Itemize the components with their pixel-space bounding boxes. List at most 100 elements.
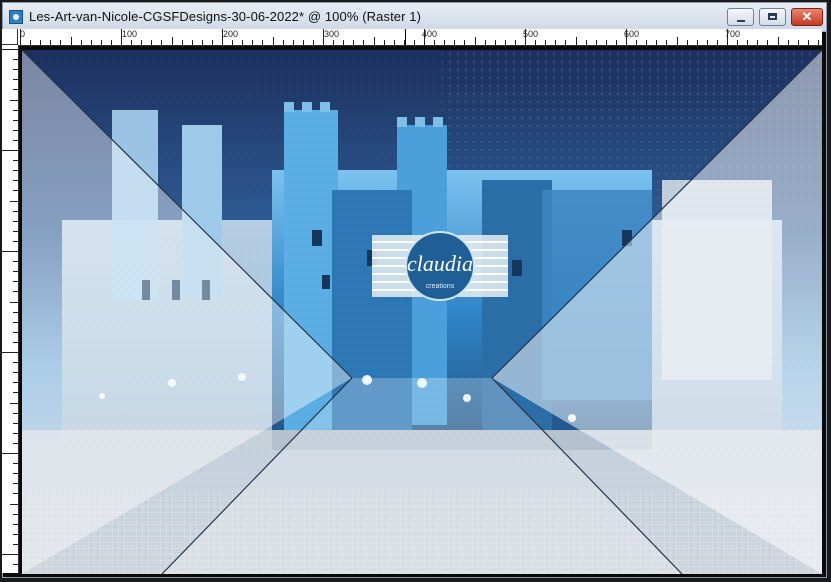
window-title: Les-Art-van-Nicole-CGSFDesigns-30-06-202… <box>29 9 422 24</box>
close-button[interactable]: ✕ <box>791 8 823 26</box>
ruler-tick <box>797 40 799 45</box>
horizontal-ruler[interactable]: 0 100 200 300 400 500 600 700 <box>18 29 822 46</box>
ruler-tick <box>13 543 18 545</box>
ruler-tick <box>2 150 18 151</box>
artwork: claudia creations <box>22 50 822 574</box>
ruler-tick <box>10 301 18 303</box>
ruler-tick <box>13 564 18 566</box>
ruler-tick <box>201 40 203 45</box>
ruler-tick <box>464 40 466 45</box>
ruler-tick <box>13 493 18 495</box>
ruler-tick <box>575 37 577 45</box>
ruler-tick <box>727 29 728 45</box>
ruler-tick <box>2 49 18 50</box>
ruler-tick <box>504 40 506 45</box>
ruler-tick <box>706 40 708 45</box>
ruler-tick <box>13 533 18 535</box>
image-canvas[interactable]: claudia creations <box>22 50 822 574</box>
ruler-tick <box>13 109 18 111</box>
ruler-tick <box>363 40 365 45</box>
ruler-tick <box>13 69 18 71</box>
ruler-tick <box>636 40 638 45</box>
ruler-tick <box>13 422 18 424</box>
ruler-tick <box>565 40 567 45</box>
minimize-button[interactable] <box>727 8 754 26</box>
ruler-tick <box>444 40 446 45</box>
title-bar[interactable]: Les-Art-van-Nicole-CGSFDesigns-30-06-202… <box>3 3 826 32</box>
ruler-tick <box>70 37 72 45</box>
ruler-tick <box>13 442 18 444</box>
ruler-tick <box>13 311 18 313</box>
ruler-tick <box>13 139 18 141</box>
ruler-tick <box>373 37 375 45</box>
ruler-tick <box>817 40 819 45</box>
ruler-tick <box>494 40 496 45</box>
ruler-tick <box>100 40 102 45</box>
ruler-tick <box>10 200 18 202</box>
ruler-label-100: 100 <box>122 29 138 39</box>
maximize-button[interactable] <box>759 8 786 26</box>
ruler-tick <box>333 40 335 45</box>
ruler-tick <box>545 40 547 45</box>
ruler-tick <box>131 40 133 45</box>
ruler-tick <box>484 40 486 45</box>
ruler-tick <box>13 473 18 475</box>
ruler-tick <box>121 29 122 45</box>
ruler-tick <box>474 37 476 45</box>
cursor-position-marker <box>405 29 406 45</box>
ruler-tick <box>10 402 18 404</box>
ruler-tick <box>222 29 223 45</box>
ruler-tick <box>13 119 18 121</box>
ruler-tick <box>50 40 52 45</box>
ruler-tick <box>252 40 254 45</box>
ruler-tick <box>161 40 163 45</box>
ruler-tick <box>434 40 436 45</box>
ruler-tick <box>757 40 759 45</box>
ruler-tick <box>13 170 18 172</box>
ruler-tick <box>383 40 385 45</box>
ruler-tick <box>13 180 18 182</box>
ruler-tick <box>13 291 18 293</box>
ruler-tick <box>242 40 244 45</box>
ruler-tick <box>787 40 789 45</box>
ruler-label-200: 200 <box>223 29 239 39</box>
ruler-tick <box>20 29 21 45</box>
ruler-tick <box>262 40 264 45</box>
ruler-tick <box>141 40 143 45</box>
ruler-tick <box>13 523 18 525</box>
ruler-tick <box>555 40 557 45</box>
screenshot-frame: Les-Art-van-Nicole-CGSFDesigns-30-06-202… <box>0 0 831 582</box>
ruler-tick <box>13 281 18 283</box>
ruler-tick <box>282 40 284 45</box>
ruler-tick <box>777 37 779 45</box>
ruler-tick <box>13 79 18 81</box>
ruler-tick <box>312 40 314 45</box>
ruler-tick <box>211 40 213 45</box>
ruler-tick <box>90 40 92 45</box>
ruler-tick <box>191 40 193 45</box>
ruler-tick <box>13 129 18 131</box>
ruler-tick <box>615 40 617 45</box>
ruler-label-300: 300 <box>324 29 340 39</box>
ruler-tick <box>13 341 18 343</box>
ruler-tick <box>2 554 18 555</box>
ruler-tick <box>13 392 18 394</box>
ruler-tick <box>13 321 18 323</box>
ruler-tick <box>171 37 173 45</box>
watermark-text: claudia <box>407 251 473 276</box>
ruler-tick <box>807 40 809 45</box>
ruler-tick <box>13 160 18 162</box>
ruler-tick <box>343 40 345 45</box>
ruler-tick <box>514 40 516 45</box>
ruler-corner <box>2 29 18 45</box>
ruler-tick <box>767 40 769 45</box>
ruler-tick <box>424 29 425 45</box>
ruler-tick <box>13 190 18 192</box>
ruler-tick <box>181 40 183 45</box>
ruler-tick <box>353 40 355 45</box>
ruler-tick <box>10 503 18 505</box>
ruler-tick <box>13 271 18 273</box>
ruler-tick <box>13 89 18 91</box>
ruler-tick <box>413 40 415 45</box>
vertical-ruler[interactable] <box>2 45 19 573</box>
